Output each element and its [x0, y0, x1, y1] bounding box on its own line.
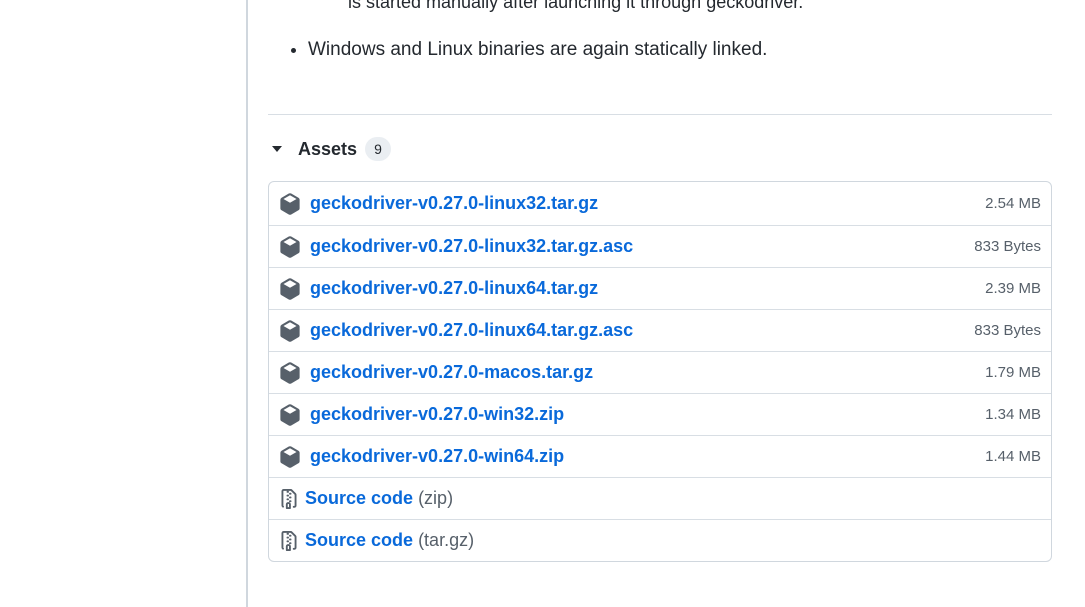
assets-heading: Assets [298, 138, 358, 159]
asset-row: geckodriver-v0.27.0-linux32.tar.gz 2.54 … [269, 182, 1051, 225]
asset-download-link[interactable]: geckodriver-v0.27.0-linux32.tar.gz [310, 193, 598, 214]
source-code-targz-link[interactable]: Source code (tar.gz) [305, 530, 474, 551]
left-sidebar [0, 0, 248, 607]
source-code-format: (zip) [418, 488, 454, 508]
asset-row: Source code (zip) [269, 477, 1051, 519]
asset-row: geckodriver-v0.27.0-linux64.tar.gz.asc 8… [269, 309, 1051, 351]
source-code-zip-link[interactable]: Source code (zip) [305, 488, 453, 509]
assets-list: geckodriver-v0.27.0-linux32.tar.gz 2.54 … [268, 181, 1052, 562]
package-icon [280, 192, 300, 215]
source-code-label: Source code [305, 530, 414, 550]
asset-download-link[interactable]: geckodriver-v0.27.0-macos.tar.gz [310, 362, 593, 383]
release-notes-list: Windows and Linux binaries are again sta… [268, 37, 767, 63]
package-icon [280, 235, 300, 258]
source-code-label: Source code [305, 488, 414, 508]
package-icon [280, 319, 300, 342]
asset-size: 833 Bytes [974, 322, 1041, 339]
package-icon [280, 361, 300, 384]
package-icon [280, 445, 300, 468]
asset-download-link[interactable]: geckodriver-v0.27.0-win32.zip [310, 404, 564, 425]
asset-download-link[interactable]: geckodriver-v0.27.0-linux32.tar.gz.asc [310, 236, 633, 257]
asset-download-link[interactable]: geckodriver-v0.27.0-linux64.tar.gz.asc [310, 320, 633, 341]
asset-row: Source code (tar.gz) [269, 519, 1051, 561]
asset-download-link[interactable]: geckodriver-v0.27.0-linux64.tar.gz [310, 278, 598, 299]
asset-size: 833 Bytes [974, 238, 1041, 255]
file-zip-icon [281, 530, 297, 551]
asset-size: 2.54 MB [985, 195, 1041, 212]
triangle-down-icon [272, 146, 282, 152]
asset-row: geckodriver-v0.27.0-linux32.tar.gz.asc 8… [269, 225, 1051, 267]
assets-count-badge: 9 [365, 137, 392, 161]
assets-toggle[interactable]: Assets 9 [268, 134, 392, 164]
asset-row: geckodriver-v0.27.0-win32.zip 1.34 MB [269, 393, 1051, 435]
asset-size: 1.79 MB [985, 364, 1041, 381]
asset-size: 1.34 MB [985, 406, 1041, 423]
file-zip-icon [281, 488, 297, 509]
divider [268, 114, 1052, 115]
asset-size: 2.39 MB [985, 280, 1041, 297]
release-page: is started manually after launching it t… [0, 0, 1085, 607]
asset-size: 1.44 MB [985, 448, 1041, 465]
source-code-format: (tar.gz) [418, 530, 475, 550]
package-icon [280, 403, 300, 426]
package-icon [280, 277, 300, 300]
asset-download-link[interactable]: geckodriver-v0.27.0-win64.zip [310, 446, 564, 467]
release-note-text: is started manually after launching it t… [348, 0, 804, 12]
asset-row: geckodriver-v0.27.0-linux64.tar.gz 2.39 … [269, 267, 1051, 309]
list-item: Windows and Linux binaries are again sta… [308, 37, 767, 63]
asset-row: geckodriver-v0.27.0-win64.zip 1.44 MB [269, 435, 1051, 477]
asset-row: geckodriver-v0.27.0-macos.tar.gz 1.79 MB [269, 351, 1051, 393]
